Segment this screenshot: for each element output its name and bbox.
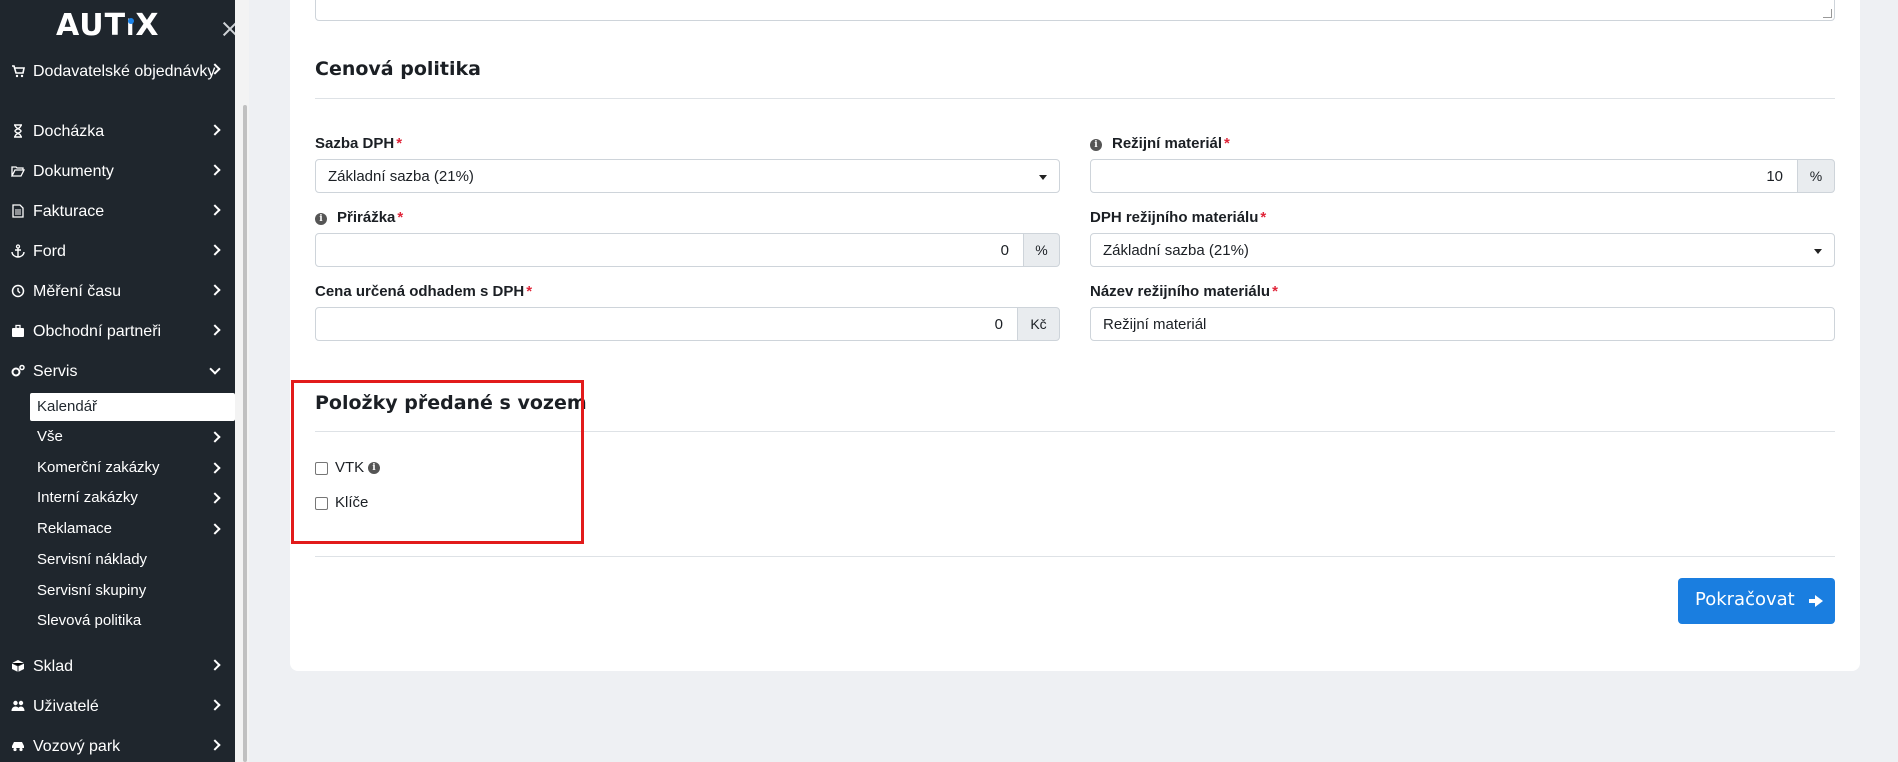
sidebar-subitem-label: Reklamace xyxy=(37,520,113,537)
sidebar-item-dochazka[interactable]: Docházka xyxy=(0,122,235,142)
sidebar-subitem-vse[interactable]: Vše xyxy=(30,423,235,451)
section-title-pricing: Cenová politika xyxy=(315,58,481,80)
divider xyxy=(315,98,1835,99)
sidebar-item-label: Obchodní partneři xyxy=(33,323,162,340)
sidebar-subitem-label: Vše xyxy=(37,428,63,445)
sidebar-item-mereni-casu[interactable]: Měření času xyxy=(0,282,235,302)
chevron-right-icon xyxy=(210,700,220,710)
sidebar-item-label: Měření času xyxy=(33,283,122,300)
chevron-right-icon xyxy=(210,493,220,503)
sidebar-item-label: Sklad xyxy=(33,658,74,675)
sidebar-item-label: Uživatelé xyxy=(33,698,99,715)
sidebar-subitem-servisni-skupiny[interactable]: Servisní skupiny xyxy=(30,577,235,605)
overhead-vat-select[interactable]: Základní sazba (21%) xyxy=(1090,233,1835,267)
overhead-unit-addon: % xyxy=(1797,159,1835,193)
chevron-right-icon xyxy=(210,524,220,534)
vat-rate-select[interactable]: Základní sazba (21%) xyxy=(315,159,1060,193)
overhead-input[interactable]: 10 xyxy=(1090,159,1798,193)
gears-icon xyxy=(11,364,25,378)
folder-open-icon xyxy=(10,164,26,178)
notes-textarea[interactable] xyxy=(315,0,1835,21)
clock-icon xyxy=(11,284,25,298)
sidebar-scrollbar-thumb[interactable] xyxy=(243,105,247,762)
sidebar-subitem-label: Kalendář xyxy=(37,398,98,415)
sidebar-subitem-slevova-politika[interactable]: Slevová politika xyxy=(30,607,235,635)
sidebar-item-fakturace[interactable]: Fakturace xyxy=(0,202,235,222)
sidebar-item-label: Dokumenty xyxy=(33,163,114,180)
users-icon xyxy=(11,699,25,713)
surcharge-label: i Přirážka * xyxy=(315,209,403,226)
chevron-right-icon xyxy=(210,165,220,175)
briefcase-icon xyxy=(11,324,25,338)
sidebar-subitem-komercni-zakazky[interactable]: Komerční zakázky xyxy=(30,454,235,482)
sidebar-item-label: Docházka xyxy=(33,123,105,140)
surcharge-unit-addon: % xyxy=(1023,233,1060,267)
sidebar-subitem-label: Komerční zakázky xyxy=(37,459,160,476)
sidebar-item-label: Vozový park xyxy=(33,738,121,755)
sidebar-subitem-label: Slevová politika xyxy=(37,612,142,629)
sidebar-item-dodavatelske-objednavky[interactable]: Dodavatelské objednávky xyxy=(0,60,235,102)
sidebar-item-label: Servis xyxy=(33,363,78,380)
close-icon[interactable] xyxy=(221,20,235,38)
chevron-right-icon xyxy=(210,463,220,473)
info-icon: i xyxy=(315,213,327,225)
chevron-right-icon xyxy=(210,740,220,750)
chevron-right-icon xyxy=(210,432,220,442)
sidebar-item-obchodni-partneri[interactable]: Obchodní partneři xyxy=(0,322,235,342)
sidebar-subitem-interni-zakazky[interactable]: Interní zakázky xyxy=(30,484,235,512)
surcharge-input[interactable]: 0 xyxy=(315,233,1024,267)
sidebar-item-label: Fakturace xyxy=(33,203,105,220)
continue-button[interactable]: Pokračovat xyxy=(1678,578,1835,624)
highlight-box xyxy=(291,380,584,544)
estimate-label: Cena určená odhadem s DPH * xyxy=(315,283,533,300)
chevron-right-icon xyxy=(210,205,220,215)
estimate-input[interactable]: 0 xyxy=(315,307,1018,341)
chevron-right-icon xyxy=(210,125,220,135)
chevron-right-icon xyxy=(210,660,220,670)
sidebar-item-servis[interactable]: Servis xyxy=(0,362,235,382)
sidebar-item-label: Dodavatelské objednávky xyxy=(33,63,216,80)
caret-down-icon xyxy=(1814,249,1822,254)
sidebar-subitem-label: Servisní skupiny xyxy=(37,582,147,599)
sidebar-subitem-label: Interní zakázky xyxy=(37,489,138,506)
chevron-right-icon xyxy=(210,285,220,295)
sidebar-subitem-kalendar[interactable]: Kalendář xyxy=(30,393,235,421)
file-text-icon xyxy=(11,204,25,218)
chevron-down-icon xyxy=(210,366,220,376)
overhead-name-label: Název režijního materiálu * xyxy=(1090,283,1278,300)
sidebar-subitem-reklamace[interactable]: Reklamace xyxy=(30,515,235,543)
anchor-icon xyxy=(11,244,25,258)
hourglass-icon xyxy=(11,124,25,138)
sidebar-item-dokumenty[interactable]: Dokumenty xyxy=(0,162,235,182)
sidebar-subitem-label: Servisní náklady xyxy=(37,551,148,568)
sidebar-item-ford[interactable]: Ford xyxy=(0,242,235,262)
sidebar-item-vozovy-park[interactable]: Vozový park xyxy=(0,737,235,757)
estimate-unit-addon: Kč xyxy=(1017,307,1060,341)
car-icon xyxy=(11,739,25,753)
app-logo[interactable]: AUTIX xyxy=(56,8,159,43)
overhead-name-input[interactable]: Režijní materiál xyxy=(1090,307,1835,341)
overhead-label: i Režijní materiál * xyxy=(1090,135,1230,152)
caret-down-icon xyxy=(1039,175,1047,180)
arrow-right-icon xyxy=(1809,594,1823,608)
sidebar: AUTIX Dodavatelské objednávky Docházka D… xyxy=(0,0,235,762)
chevron-right-icon xyxy=(210,64,220,74)
overhead-vat-label: DPH režijního materiálu * xyxy=(1090,209,1267,226)
cube-icon xyxy=(11,659,25,673)
info-icon: i xyxy=(1090,139,1102,151)
vat-rate-label: Sazba DPH * xyxy=(315,135,403,152)
cart-icon xyxy=(11,64,25,78)
chevron-right-icon xyxy=(210,325,220,335)
sidebar-subitem-servisni-naklady[interactable]: Servisní náklady xyxy=(30,546,235,574)
chevron-right-icon xyxy=(210,245,220,255)
sidebar-item-label: Ford xyxy=(33,243,66,260)
sidebar-item-uzivatele[interactable]: Uživatelé xyxy=(0,697,235,717)
divider xyxy=(315,556,1835,557)
sidebar-item-sklad[interactable]: Sklad xyxy=(0,657,235,677)
